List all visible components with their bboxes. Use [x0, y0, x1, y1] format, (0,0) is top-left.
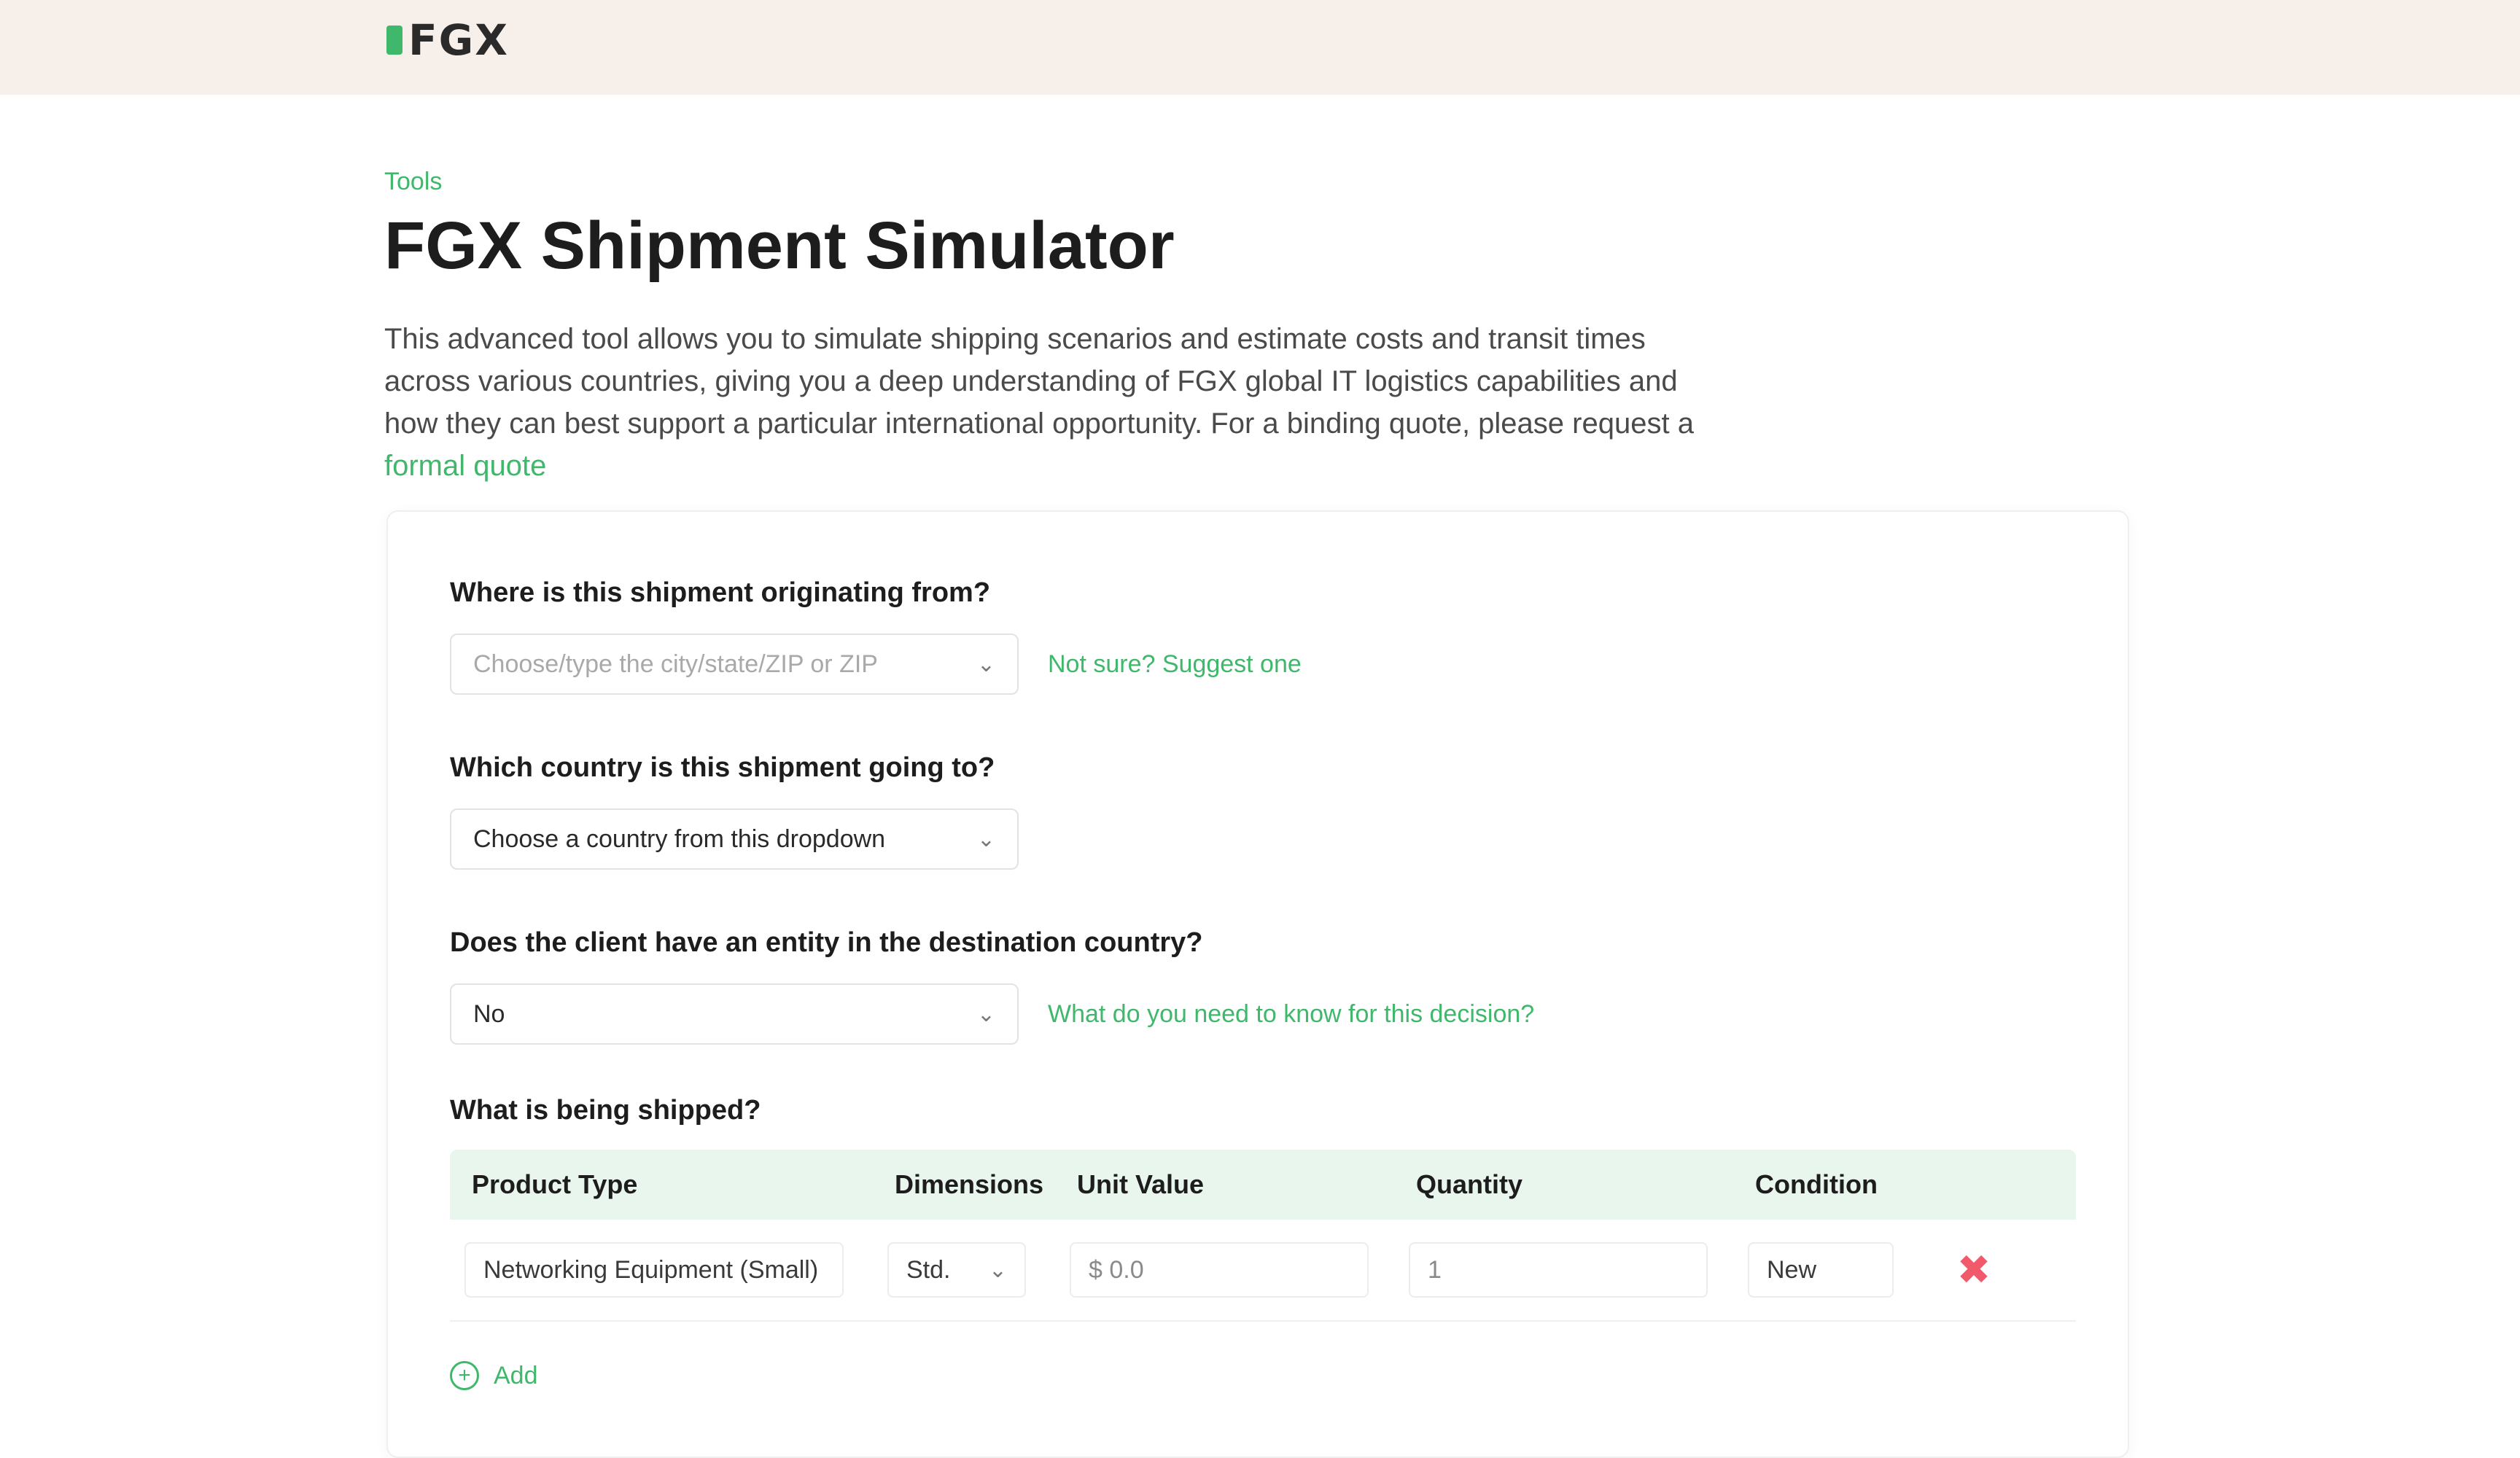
quantity-text: 1: [1428, 1255, 1442, 1284]
intro-body: This advanced tool allows you to simulat…: [384, 322, 1694, 440]
simulator-form-card: Where is this shipment originating from?…: [386, 510, 2129, 1458]
column-header-dimensions: Dimensions: [895, 1169, 1044, 1199]
breadcrumb[interactable]: Tools: [384, 168, 2134, 196]
logo-text: FGX: [408, 15, 509, 65]
column-header-condition: Condition: [1755, 1169, 1878, 1199]
entity-value: No: [473, 999, 505, 1028]
page-header: Tools FGX Shipment Simulator This advanc…: [384, 168, 2134, 487]
origin-helper-link[interactable]: Not sure? Suggest one: [1048, 650, 1302, 679]
items-table: Product Type Dimensions Unit Value Quant…: [450, 1150, 2076, 1322]
product-type-select[interactable]: Networking Equipment (Small): [464, 1242, 844, 1298]
items-question: What is being shipped?: [450, 1095, 761, 1151]
page-title: FGX Shipment Simulator: [384, 208, 1175, 283]
entity-select[interactable]: No ⌄: [450, 983, 1019, 1045]
entity-helper-link[interactable]: What do you need to know for this decisi…: [1048, 1000, 1534, 1029]
items-label: What is being shipped?: [450, 1095, 761, 1126]
chevron-down-icon: ⌄: [976, 1002, 995, 1026]
dimensions-select[interactable]: Std. ⌄: [887, 1242, 1026, 1298]
origin-question: Where is this shipment originating from?…: [450, 577, 1302, 695]
origin-label: Where is this shipment originating from?: [450, 577, 991, 608]
entity-label: Does the client have an entity in the de…: [450, 927, 1203, 958]
column-header-product-type: Product Type: [472, 1169, 638, 1199]
product-type-value: Networking Equipment (Small): [483, 1255, 819, 1284]
destination-select[interactable]: Choose a country from this dropdown ⌄: [450, 808, 1019, 870]
condition-select[interactable]: New: [1748, 1242, 1894, 1298]
column-header-quantity: Quantity: [1416, 1169, 1523, 1199]
add-item-button[interactable]: + Add: [450, 1361, 538, 1390]
destination-value: Choose a country from this dropdown: [473, 824, 886, 853]
quantity-input[interactable]: 1: [1409, 1242, 1708, 1298]
origin-select[interactable]: Choose/type the city/state/ZIP or ZIP ⌄: [450, 634, 1019, 695]
formal-quote-link[interactable]: formal quote: [384, 450, 546, 482]
dimensions-value: Std.: [906, 1255, 951, 1284]
add-item-label: Add: [494, 1361, 538, 1389]
destination-label: Which country is this shipment going to?: [450, 752, 995, 783]
condition-value: New: [1767, 1255, 1817, 1284]
trash-icon[interactable]: ✖: [1952, 1247, 1996, 1293]
unit-value-text: $ 0.0: [1089, 1255, 1144, 1284]
brand-logo[interactable]: FGX: [386, 13, 532, 67]
table-header: Product Type Dimensions Unit Value Quant…: [450, 1150, 2076, 1220]
column-header-unit-value: Unit Value: [1077, 1169, 1205, 1199]
origin-placeholder: Choose/type the city/state/ZIP or ZIP: [473, 650, 878, 678]
chevron-down-icon: ⌄: [976, 827, 995, 851]
plus-icon: +: [450, 1361, 479, 1390]
intro-text: This advanced tool allows you to simulat…: [384, 318, 1704, 487]
top-navigation-bar: FGX: [0, 0, 2520, 95]
logo-mark-icon: [386, 26, 402, 55]
destination-question: Which country is this shipment going to?…: [450, 752, 1019, 870]
unit-value-input[interactable]: $ 0.0: [1070, 1242, 1369, 1298]
table-row: Networking Equipment (Small) Std. ⌄ $ 0.…: [450, 1220, 2076, 1322]
chevron-down-icon: ⌄: [976, 652, 995, 677]
chevron-down-icon: ⌄: [988, 1258, 1007, 1282]
entity-question: Does the client have an entity in the de…: [450, 927, 1534, 1045]
